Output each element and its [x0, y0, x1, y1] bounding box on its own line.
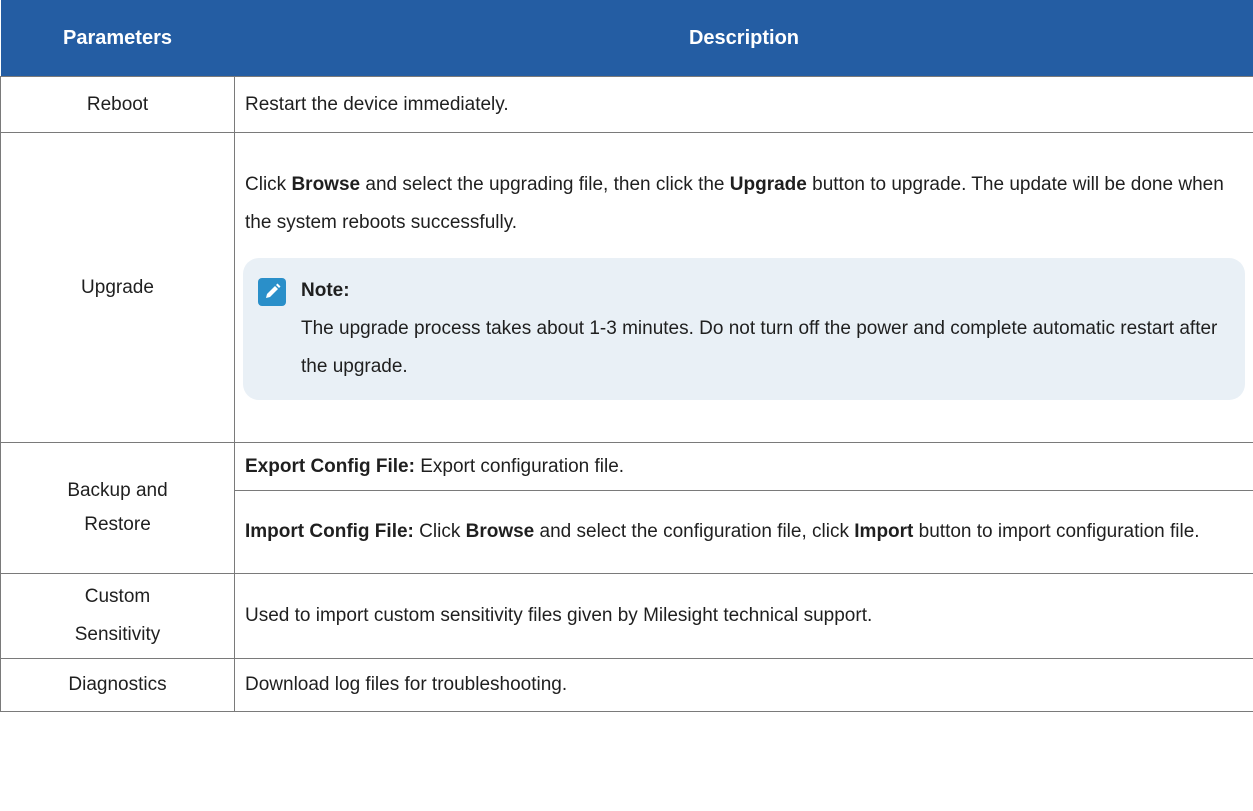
header-parameters: Parameters: [0, 0, 235, 77]
text-segment: and select the configuration file, click: [534, 521, 855, 542]
desc-reboot: Restart the device immediately.: [234, 76, 1253, 133]
desc-import: Import Config File: Click Browse and sel…: [234, 490, 1253, 574]
table-row: Diagnostics Download log files for troub…: [0, 658, 1253, 712]
param-diagnostics: Diagnostics: [0, 658, 235, 712]
export-text: Export configuration file.: [414, 455, 625, 477]
desc-custom-sensitivity: Used to import custom sensitivity files …: [234, 573, 1253, 659]
table-row: Reboot Restart the device immediately.: [0, 76, 1253, 133]
desc-export: Export Config File: Export configuration…: [234, 442, 1253, 491]
import-term: Import: [854, 521, 914, 542]
note-text: The upgrade process takes about 1-3 minu…: [301, 317, 1218, 377]
browse-term: Browse: [465, 521, 535, 542]
table-row: Upgrade Click Browse and select the upgr…: [0, 132, 1253, 443]
note-title: Note:: [301, 279, 350, 301]
text-segment: Click: [245, 173, 292, 195]
import-label: Import Config File:: [245, 521, 414, 542]
table-row: Custom Sensitivity Used to import custom…: [0, 573, 1253, 659]
upgrade-term: Upgrade: [729, 173, 807, 195]
export-label: Export Config File:: [245, 455, 415, 477]
upgrade-instructions: Click Browse and select the upgrading fi…: [245, 166, 1243, 242]
text-segment: Click: [413, 521, 466, 542]
param-backup-restore: Backup and Restore: [0, 442, 235, 574]
note-box: Note: The upgrade process takes about 1-…: [243, 257, 1245, 400]
desc-diagnostics: Download log files for troubleshooting.: [234, 658, 1253, 712]
header-description: Description: [234, 0, 1253, 77]
table-row: Backup and Restore Export Config File: E…: [0, 442, 1253, 574]
parameters-table: Parameters Description Reboot Restart th…: [0, 0, 1253, 712]
desc-upgrade: Click Browse and select the upgrading fi…: [234, 132, 1253, 443]
text-segment: and select the upgrading file, then clic…: [360, 173, 730, 195]
pencil-icon: [258, 277, 286, 306]
browse-term: Browse: [291, 173, 361, 195]
param-upgrade: Upgrade: [0, 132, 235, 443]
text-segment: button to import configuration file.: [913, 521, 1200, 542]
param-custom-sensitivity: Custom Sensitivity: [0, 573, 235, 659]
param-reboot: Reboot: [0, 76, 235, 133]
table-header-row: Parameters Description: [0, 0, 1253, 77]
